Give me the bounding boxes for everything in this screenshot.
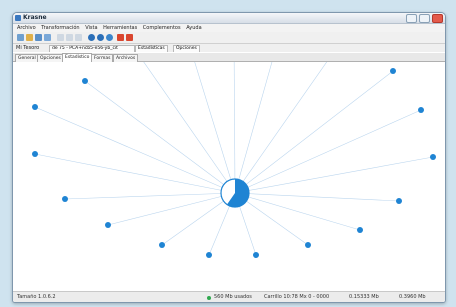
save-icon[interactable] [35, 34, 42, 41]
memory-status-icon [207, 295, 211, 300]
tab-opciones-lower[interactable]: Opciones [37, 54, 64, 62]
menu-ayuda[interactable]: Ayuda [186, 25, 201, 31]
graph-node [159, 242, 165, 248]
stop-icon[interactable] [126, 34, 133, 41]
copy-icon[interactable] [66, 34, 73, 41]
new-icon[interactable] [17, 34, 24, 41]
menu-archivo[interactable]: Archivo [17, 25, 36, 31]
open-icon[interactable] [26, 34, 33, 41]
menu-herramientas[interactable]: Herramientas [103, 25, 137, 31]
tab-general[interactable]: General [15, 54, 39, 62]
tab-graph-file[interactable]: de 75 - PCA+ncb5-e56-yb_cit [49, 45, 135, 52]
graph-edge [234, 156, 434, 194]
graph-node [32, 151, 38, 157]
graph-node [253, 252, 259, 258]
tab-formas[interactable]: Formas [91, 54, 114, 62]
delete-icon[interactable] [117, 34, 124, 41]
status-right2: 0.3960 Mb [399, 294, 426, 300]
graph-node [82, 78, 88, 84]
tab-estadistico[interactable]: Estadístico [62, 53, 93, 62]
zoom-out-icon[interactable] [97, 34, 104, 41]
window-title: Krasne [23, 14, 47, 21]
status-bar: Tamaño 1.0.6.2 560 Mb usados Carrillo 10… [13, 291, 445, 302]
export-icon[interactable] [44, 34, 51, 41]
tab-estadisticas[interactable]: Estadísticas [135, 45, 168, 52]
graph-node [430, 154, 436, 160]
paste-icon[interactable] [75, 34, 82, 41]
graph-edge [234, 52, 334, 194]
menu-vista[interactable]: Vista [85, 25, 97, 31]
upper-tab-row: Mi Tesoro de 75 - PCA+ncb5-e56-yb_cit Es… [13, 44, 445, 52]
graph-node [390, 68, 396, 74]
minimize-button[interactable] [406, 14, 417, 23]
upper-tabs-label: Mi Tesoro [16, 45, 40, 51]
graph-node [396, 198, 402, 204]
graph-node [305, 242, 311, 248]
graph-edge [186, 36, 236, 194]
menu-complementos[interactable]: Complementos [143, 25, 181, 31]
graph-node [418, 107, 424, 113]
graph-edge [233, 34, 236, 194]
graph-svg [32, 32, 436, 258]
zoom-in-icon[interactable] [88, 34, 95, 41]
graph-edge [84, 80, 236, 194]
graph-edge [234, 192, 400, 202]
graph-edge [34, 153, 236, 194]
graph-canvas[interactable] [13, 32, 445, 291]
close-button[interactable] [432, 14, 443, 23]
title-bar: Krasne [13, 13, 445, 24]
lower-tab-row: General Opciones Estadístico Formas Arch… [13, 53, 445, 62]
app-window: Krasne Archivo Transformación Vista Herr… [12, 12, 446, 303]
status-memory: 560 Mb usados [214, 294, 252, 300]
graph-edge [107, 192, 236, 226]
menu-bar: Archivo Transformación Vista Herramienta… [13, 24, 445, 32]
tab-opciones[interactable]: Opciones [173, 45, 200, 52]
maximize-button[interactable] [419, 14, 430, 23]
tab-archivos[interactable]: Archivos [113, 54, 139, 62]
window-controls [406, 14, 443, 23]
graph-node [357, 227, 363, 233]
status-position: Carrillo 10:78 Mx 0 - 0000 [264, 294, 330, 300]
menu-transformacion[interactable]: Transformación [41, 25, 79, 31]
graph-node [62, 196, 68, 202]
graph-edge [234, 70, 394, 194]
graph-node [32, 104, 38, 110]
refresh-icon[interactable] [106, 34, 113, 41]
graph-edge [234, 192, 361, 231]
graph-edge [133, 47, 236, 194]
screenshot-frame: Krasne Archivo Transformación Vista Herr… [0, 0, 456, 307]
cut-icon[interactable] [57, 34, 64, 41]
graph-node [206, 252, 212, 258]
toolbar [13, 32, 445, 44]
graph-edge [234, 36, 280, 194]
app-icon [15, 15, 21, 21]
graph-edge [64, 192, 236, 200]
status-right1: 0.15333 Mb [349, 294, 379, 300]
graph-node [105, 222, 111, 228]
graph-edge [234, 109, 422, 194]
status-left: Tamaño 1.0.6.2 [17, 294, 56, 300]
